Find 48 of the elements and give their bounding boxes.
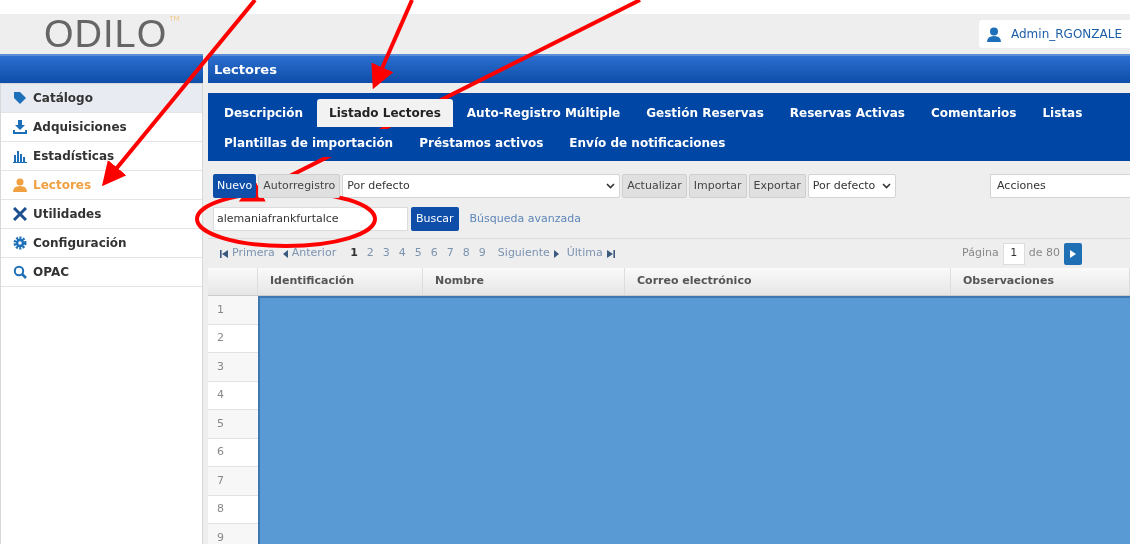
tab[interactable]: Listado Lectores (317, 99, 453, 127)
sidebar-item[interactable]: Catálogo (1, 84, 202, 113)
row-number: 8 (217, 501, 224, 517)
chevron-down-icon (881, 183, 891, 189)
column-header[interactable]: Correo electrónico (637, 273, 752, 290)
row-number: 4 (217, 387, 224, 403)
dropdown[interactable]: Por defecto (342, 174, 621, 198)
row-number: 7 (217, 472, 224, 489)
toolbar-button[interactable]: Autorregistro (258, 174, 341, 198)
row-number: 3 (217, 358, 224, 375)
row-number: 1 (217, 301, 224, 318)
download-icon (13, 120, 27, 134)
new-button[interactable]: Nuevo (213, 174, 257, 198)
row-number: 5 (217, 415, 224, 432)
settings-icon (13, 236, 27, 250)
row-number: 2 (217, 330, 224, 346)
search-field[interactable]: alemaniafrankfurtalce (213, 207, 408, 231)
tools-icon (13, 207, 27, 221)
column-header[interactable]: Observaciones (963, 273, 1054, 290)
column-header[interactable]: Identificación (270, 273, 355, 290)
triangle-right-icon (553, 249, 559, 258)
play-icon (1070, 249, 1076, 258)
next-page-button[interactable] (1064, 242, 1082, 265)
toolbar-button[interactable]: Exportar (748, 174, 806, 198)
page-label: Página (962, 245, 999, 262)
triangle-left-icon (282, 249, 288, 258)
toolbar-button[interactable]: Actualizar (622, 174, 687, 198)
bar-chart-icon (13, 149, 27, 163)
row-number: 6 (217, 444, 224, 460)
toolbar-button[interactable]: Importar (688, 174, 747, 198)
user-menu[interactable]: Admin_RGONZALE (979, 20, 1130, 48)
page-link[interactable]: 1 (350, 245, 358, 262)
search-icon (13, 265, 27, 279)
actions-dropdown[interactable]: Acciones (990, 174, 1130, 198)
chevron-down-icon (606, 183, 616, 189)
search-button[interactable]: Buscar (411, 207, 459, 231)
dropdown[interactable]: Por defecto (807, 174, 896, 198)
user-icon (987, 26, 1001, 42)
page-total: de 80 (1028, 245, 1060, 262)
column-header[interactable]: Nombre (435, 273, 484, 290)
page-number-field[interactable]: 1 (1002, 242, 1025, 265)
page-title: Lectores (214, 60, 277, 79)
skip-forward-icon (606, 249, 615, 258)
row-number: 9 (217, 529, 224, 544)
user-icon (13, 178, 27, 192)
skip-back-icon (220, 249, 228, 258)
logo: ODILO (44, 14, 168, 54)
tag-icon (13, 91, 27, 105)
